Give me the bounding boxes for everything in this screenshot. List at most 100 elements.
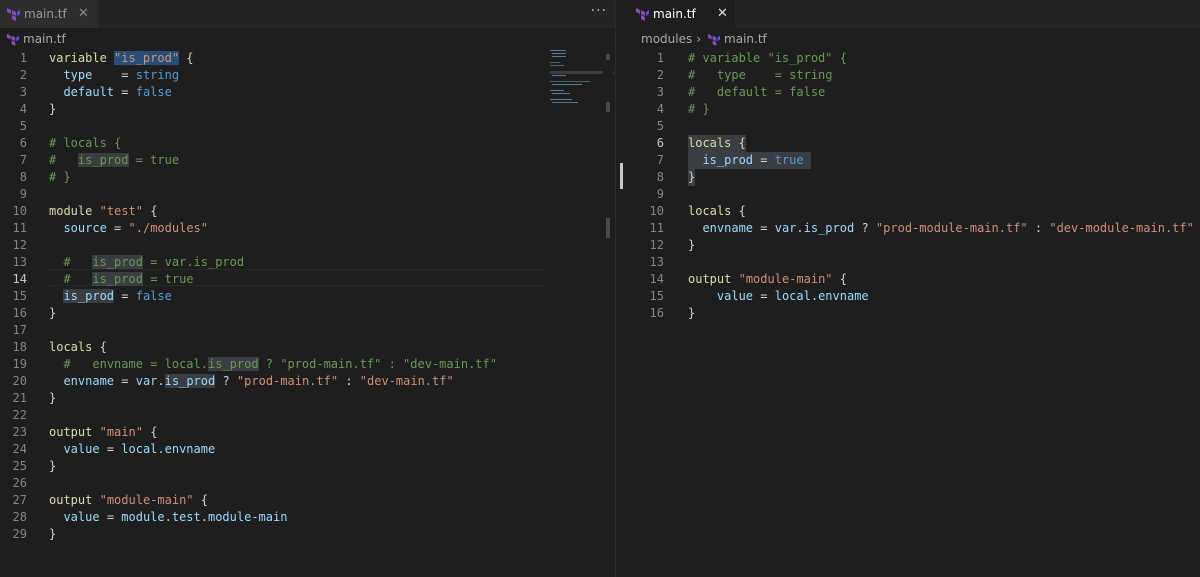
- breadcrumb-file[interactable]: main.tf: [724, 32, 767, 46]
- code-line: 22: [0, 407, 615, 424]
- terraform-icon: [7, 8, 20, 21]
- token: envname: [92, 357, 143, 371]
- token: is_prod: [92, 272, 143, 286]
- line-number: 25: [12, 459, 27, 473]
- token: #: [63, 357, 71, 371]
- token: module.test.module-main: [121, 510, 288, 524]
- token: true: [774, 153, 804, 167]
- code-line: 9: [629, 186, 1200, 203]
- code-line: 5: [0, 118, 615, 135]
- code-line: 4 # }: [629, 101, 1200, 118]
- code-line: 1 # variable "is_prod" {: [629, 50, 1200, 67]
- code-line: 1 variable "is_prod" {: [0, 50, 615, 67]
- line-number: 4: [656, 102, 664, 116]
- tab-label: main.tf: [653, 7, 696, 21]
- token: }: [49, 527, 57, 541]
- token: =: [121, 68, 129, 82]
- token: ? "prod-main.tf" : "dev-main.tf": [258, 357, 497, 371]
- comment: # type = string: [688, 68, 833, 82]
- token: output: [49, 493, 93, 507]
- code-line: 9: [0, 186, 615, 203]
- code-line: 24 value = local.envname: [0, 441, 615, 458]
- line-number: 4: [19, 102, 27, 116]
- terraform-icon: [707, 33, 721, 46]
- right-editor-group: main.tf ✕ modules › main.tf 1 # variable…: [629, 0, 1200, 577]
- token: = var.is_prod: [150, 255, 245, 269]
- token: local.envname: [121, 442, 216, 456]
- left-code-editor[interactable]: 1 variable "is_prod" { 2 type = string 3…: [0, 48, 615, 577]
- token: locals: [49, 340, 93, 354]
- token: }: [688, 306, 696, 320]
- token: :: [345, 374, 353, 388]
- token: ?: [222, 374, 230, 388]
- comment: # }: [49, 170, 71, 184]
- code-line: 5: [629, 118, 1200, 135]
- line-number: 6: [656, 136, 664, 150]
- token: value: [63, 442, 100, 456]
- line-number: 11: [12, 221, 27, 235]
- code-line: 15 value = local.envname: [629, 288, 1200, 305]
- terraform-icon: [6, 33, 19, 46]
- token: "is_prod": [114, 51, 180, 65]
- code-line: 10 module "test" {: [0, 203, 615, 220]
- code-line: 8 # }: [0, 169, 615, 186]
- code-line: 25 }: [0, 458, 615, 475]
- code-line: 20 envname = var.is_prod ? "prod-main.tf…: [0, 373, 615, 390]
- token: #: [49, 153, 57, 167]
- token: value: [63, 510, 100, 524]
- token: =: [760, 153, 768, 167]
- line-number: 10: [12, 204, 27, 218]
- line-number: 22: [12, 408, 27, 422]
- code-line: 28 value = module.test.module-main: [0, 509, 615, 526]
- token: {: [99, 340, 107, 354]
- line-number: 17: [12, 323, 27, 337]
- line-number: 7: [19, 153, 27, 167]
- code-line: 16 }: [0, 305, 615, 322]
- token: is_prod: [92, 255, 143, 269]
- token: {: [738, 204, 746, 218]
- editor-split-sash[interactable]: [615, 0, 629, 577]
- vertical-scrollbar[interactable]: [603, 48, 613, 577]
- token: =: [106, 510, 115, 524]
- line-number: 14: [649, 272, 664, 286]
- token: #: [63, 272, 71, 286]
- line-number: 13: [649, 255, 664, 269]
- token: is_prod: [77, 153, 129, 167]
- token: locals: [688, 136, 732, 150]
- token: "main": [99, 425, 143, 439]
- token: output: [49, 425, 93, 439]
- token: }: [49, 102, 57, 116]
- line-number: 24: [12, 442, 27, 456]
- line-number: 10: [649, 204, 664, 218]
- token: source: [63, 221, 107, 235]
- line-number: 21: [12, 391, 27, 405]
- tab-label: main.tf: [24, 7, 67, 21]
- token: =: [114, 221, 122, 235]
- line-number: 19: [12, 357, 27, 371]
- code-line: 7 is_prod = true: [629, 152, 1200, 169]
- breadcrumb-file[interactable]: main.tf: [23, 32, 66, 46]
- code-line: 21 }: [0, 390, 615, 407]
- comment: # }: [688, 102, 710, 116]
- more-actions-icon[interactable]: ···: [591, 3, 607, 19]
- token: "dev-module-main.tf": [1049, 221, 1194, 235]
- token: envname: [63, 374, 115, 388]
- token: "dev-main.tf": [359, 374, 454, 388]
- left-tab-main-tf[interactable]: main.tf ✕: [0, 0, 98, 28]
- line-number: 27: [12, 493, 27, 507]
- line-number: 15: [649, 289, 664, 303]
- close-icon[interactable]: ✕: [78, 0, 89, 28]
- line-number: 3: [656, 85, 664, 99]
- line-number: 2: [19, 68, 27, 82]
- close-icon[interactable]: ✕: [717, 0, 728, 28]
- right-tab-modules-main-tf[interactable]: main.tf ✕: [629, 0, 735, 28]
- token: {: [839, 272, 847, 286]
- line-number: 28: [12, 510, 27, 524]
- code-line: 12: [0, 237, 615, 254]
- token: =: [121, 374, 129, 388]
- code-line: 13: [629, 254, 1200, 271]
- breadcrumb-folder[interactable]: modules: [641, 32, 692, 46]
- chevron-right-icon: ›: [696, 32, 702, 46]
- right-code-editor[interactable]: 1 # variable "is_prod" { 2 # type = stri…: [629, 48, 1200, 577]
- token: output: [688, 272, 732, 286]
